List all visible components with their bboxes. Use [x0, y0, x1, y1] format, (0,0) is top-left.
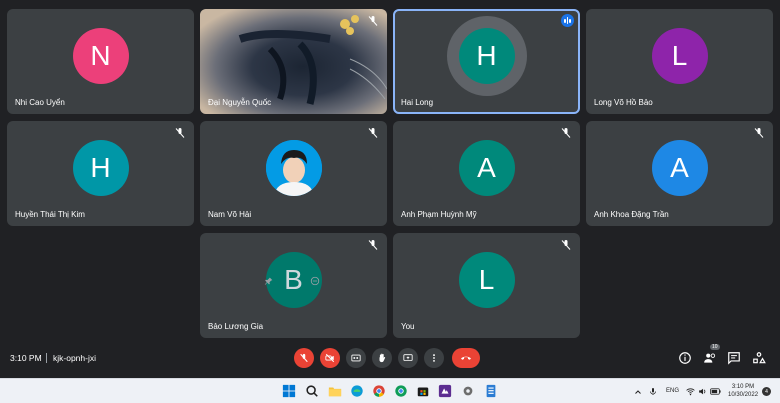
mic-off-icon — [300, 353, 308, 363]
participant-name: Bảo Lương Gia — [208, 322, 264, 331]
chrome-icon[interactable] — [372, 384, 386, 398]
participant-name: Hai Long — [401, 98, 434, 107]
participant-name: You — [401, 322, 415, 331]
clock-date: 10/30/2022 — [728, 392, 759, 398]
chrome-profile-icon[interactable] — [394, 384, 408, 398]
participant-tile[interactable]: B Bảo Lương Gia — [200, 233, 387, 338]
meeting-controls-bar: 3:10 PM kjk-opnh-jxi 10 — [0, 343, 780, 373]
people-count-badge: 10 — [710, 344, 720, 350]
meeting-code: kjk-opnh-jxi — [53, 353, 96, 363]
divider — [46, 353, 47, 363]
store-icon[interactable] — [416, 384, 430, 398]
camera-off-icon — [325, 353, 335, 363]
remove-icon[interactable] — [310, 276, 320, 286]
windows-taskbar: ENG 3:10 PM 10/30/2022 4 — [0, 378, 780, 403]
microphone-icon[interactable] — [649, 387, 657, 396]
participant-name: Long Võ Hồ Bảo — [594, 98, 653, 107]
participant-tile[interactable]: H Huyền Thái Thị Kim — [7, 121, 194, 226]
participant-name: Huyền Thái Thị Kim — [15, 210, 85, 219]
participant-name: Anh Khoa Đặng Trần — [594, 210, 669, 219]
mic-off-icon — [368, 128, 378, 138]
windows-start-icon[interactable] — [282, 384, 296, 398]
people-icon[interactable] — [703, 351, 717, 365]
hand-icon — [379, 353, 386, 363]
avatar: H — [458, 28, 515, 85]
speaking-indicator-icon — [561, 14, 574, 27]
activities-icon[interactable] — [752, 351, 766, 365]
mic-off-icon — [175, 128, 185, 138]
chevron-up-icon[interactable] — [634, 388, 642, 396]
participant-name: Anh Phạm Huỳnh Mỹ — [401, 210, 477, 219]
mic-off-icon — [368, 16, 378, 26]
captions-button[interactable] — [346, 348, 366, 368]
notification-count-badge[interactable]: 4 — [762, 387, 771, 396]
participant-name: Nam Võ Hải — [208, 210, 252, 219]
mic-off-icon — [754, 128, 764, 138]
clock-time: 3:10 PM — [731, 384, 755, 390]
edge-icon[interactable] — [350, 384, 364, 398]
battery-icon[interactable] — [710, 387, 721, 396]
participant-tile[interactable]: Nam Võ Hải — [200, 121, 387, 226]
participant-tile[interactable]: A Anh Khoa Đặng Trần — [586, 121, 773, 226]
meeting-time: 3:10 PM — [10, 353, 42, 363]
settings-icon[interactable] — [461, 384, 475, 398]
language-indicator[interactable]: ENG — [666, 388, 679, 394]
more-options-button[interactable] — [424, 348, 444, 368]
present-button[interactable] — [398, 348, 418, 368]
avatar: N — [72, 28, 129, 85]
raise-hand-button[interactable] — [372, 348, 392, 368]
volume-icon[interactable] — [698, 387, 707, 396]
hang-up-icon — [461, 356, 471, 360]
mic-off-icon — [561, 240, 571, 250]
info-icon[interactable] — [678, 351, 692, 365]
present-screen-icon — [403, 354, 413, 361]
participant-tile-self[interactable]: L You — [393, 233, 580, 338]
avatar: H — [72, 140, 129, 197]
participant-tile[interactable]: A Anh Phạm Huỳnh Mỹ — [393, 121, 580, 226]
meet-window: N Nhi Cao Uyển Đại Nguyễn Quốc H Hai Lon… — [0, 0, 780, 378]
app-icon[interactable] — [438, 384, 452, 398]
wifi-icon[interactable] — [686, 387, 695, 396]
pin-icon[interactable] — [264, 276, 274, 286]
avatar: L — [458, 252, 515, 309]
participant-tile[interactable]: L Long Võ Hồ Bảo — [586, 9, 773, 114]
mic-off-icon — [368, 240, 378, 250]
avatar: A — [458, 140, 515, 197]
participant-tile[interactable]: N Nhi Cao Uyển — [7, 9, 194, 114]
camera-toggle-button[interactable] — [320, 348, 340, 368]
avatar: A — [651, 140, 708, 197]
mic-off-icon — [561, 128, 571, 138]
captions-icon — [351, 354, 361, 362]
system-clock[interactable]: 3:10 PM 10/30/2022 — [728, 383, 758, 399]
avatar: L — [651, 28, 708, 85]
file-explorer-icon[interactable] — [328, 384, 342, 398]
avatar-photo — [265, 140, 322, 197]
participant-name: Nhi Cao Uyển — [15, 98, 65, 107]
participant-tile[interactable]: Đại Nguyễn Quốc — [200, 9, 387, 114]
participant-name: Đại Nguyễn Quốc — [208, 98, 272, 107]
mic-toggle-button[interactable] — [294, 348, 314, 368]
chat-icon[interactable] — [727, 351, 741, 365]
participant-tile-speaking[interactable]: H Hai Long — [393, 9, 580, 114]
end-call-button[interactable] — [452, 348, 480, 368]
more-vert-icon — [433, 354, 435, 362]
search-icon[interactable] — [305, 384, 319, 398]
document-icon[interactable] — [484, 384, 498, 398]
